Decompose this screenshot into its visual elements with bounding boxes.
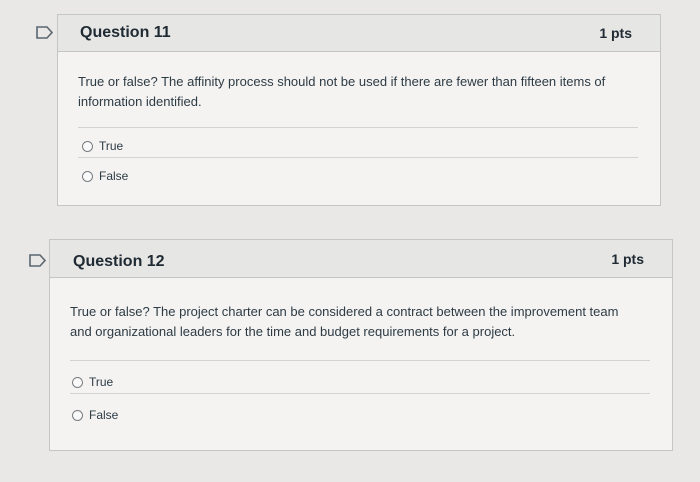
answer-label: False (89, 408, 119, 422)
question-text-line-2: information identified. (78, 94, 202, 109)
question-card-11: Question 11 1 pts True or false? The aff… (57, 14, 661, 206)
question-header: Question 12 1 pts (50, 240, 672, 278)
question-card-12: Question 12 1 pts True or false? The pro… (49, 239, 673, 451)
answer-separator (70, 393, 650, 394)
radio-button-icon[interactable] (72, 409, 83, 421)
radio-button-icon[interactable] (82, 170, 93, 182)
answer-false[interactable]: False (72, 408, 118, 422)
question-points: 1 pts (611, 251, 644, 267)
flag-question-icon[interactable] (36, 26, 54, 39)
question-text-line-1: True or false? The affinity process shou… (78, 74, 606, 89)
radio-button-icon[interactable] (82, 140, 93, 152)
answer-true[interactable]: True (72, 375, 113, 389)
flag-shape (36, 26, 54, 39)
answer-label: False (99, 169, 129, 183)
question-text: True or false? The project charter can b… (70, 302, 660, 342)
question-title: Question 11 (80, 24, 171, 41)
flag-question-icon[interactable] (29, 254, 47, 267)
answer-false[interactable]: False (82, 169, 128, 183)
answer-true[interactable]: True (82, 139, 123, 153)
question-title: Question 12 (73, 253, 165, 270)
question-header: Question 11 1 pts (58, 15, 660, 52)
radio-button-icon[interactable] (72, 376, 83, 388)
question-text-line-2: and organizational leaders for the time … (70, 324, 516, 339)
question-points: 1 pts (599, 25, 632, 41)
question-text-line-1: True or false? The project charter can b… (70, 304, 619, 319)
flag-shape (29, 254, 47, 267)
question-text: True or false? The affinity process shou… (78, 72, 638, 112)
answer-separator (78, 127, 638, 128)
answer-label: True (99, 139, 124, 153)
answer-separator (70, 360, 650, 361)
answer-separator (78, 157, 638, 158)
answer-label: True (89, 375, 114, 389)
